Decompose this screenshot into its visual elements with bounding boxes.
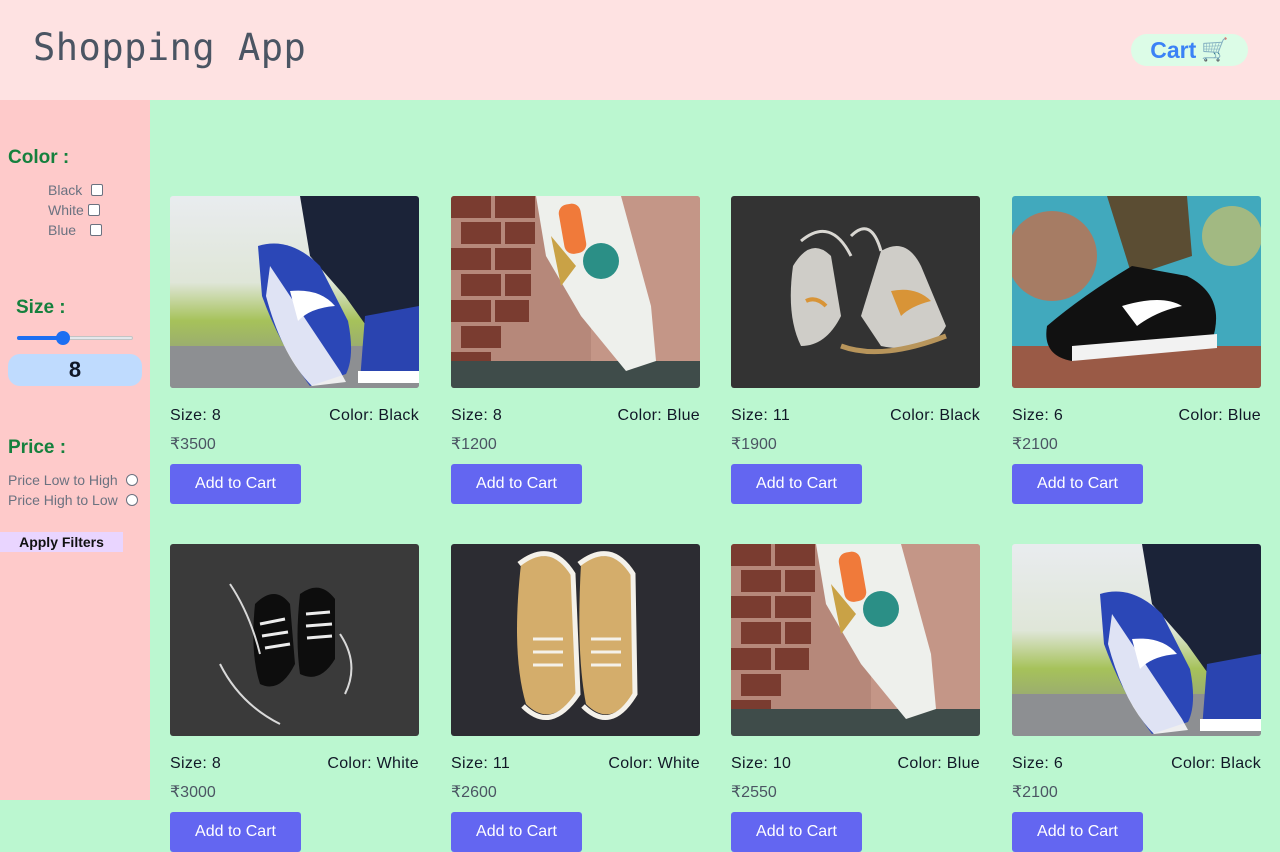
low-to-high-radio[interactable]: [125, 474, 138, 486]
product-image: [451, 544, 700, 736]
add-to-cart-button[interactable]: Add to Cart: [451, 812, 582, 852]
product-price: ₹3000: [170, 784, 216, 801]
product-meta: Size: 6 Color: Black: [1012, 755, 1261, 773]
product-price: ₹1200: [451, 436, 497, 453]
product-meta: Size: 8 Color: Black: [170, 407, 419, 425]
product-size: Size: 11: [451, 755, 511, 772]
slider-thumb[interactable]: [56, 331, 70, 345]
product-card: Size: 8 Color: Black ₹3500 Add to Cart: [170, 196, 419, 504]
product-size: Size: 11: [731, 407, 791, 424]
product-image: [731, 544, 980, 736]
product-size: Size: 6: [1012, 407, 1064, 424]
product-image: [451, 196, 700, 388]
black-checkbox[interactable]: [91, 184, 104, 196]
product-card: Size: 11 Color: Black ₹1900 Add to Cart: [731, 196, 980, 504]
product-color: Color: Blue: [1178, 407, 1261, 424]
color-option-black[interactable]: Black: [48, 182, 104, 198]
product-price: ₹2600: [451, 784, 497, 801]
price-option-label: Price Low to High: [8, 472, 118, 488]
filter-sidebar: Color : Black White Blue Size : 8 Price …: [0, 100, 150, 800]
product-color: Color: White: [327, 755, 419, 772]
add-to-cart-button[interactable]: Add to Cart: [731, 812, 862, 852]
product-meta: Size: 10 Color: Blue: [731, 755, 980, 773]
color-filter-title: Color :: [8, 147, 70, 168]
add-to-cart-button[interactable]: Add to Cart: [1012, 464, 1143, 504]
product-color: Color: Blue: [617, 407, 700, 424]
product-price: ₹3500: [170, 436, 216, 453]
cart-button[interactable]: Cart 🛒: [1131, 34, 1248, 66]
color-option-label: White: [48, 202, 84, 218]
app-title: Shopping App: [33, 26, 307, 69]
product-color: Color: Black: [1171, 755, 1261, 772]
product-color: Color: Black: [329, 407, 419, 424]
product-color: Color: Blue: [897, 755, 980, 772]
product-size: Size: 6: [1012, 755, 1064, 772]
blue-checkbox[interactable]: [90, 224, 103, 236]
size-filter-title: Size :: [16, 297, 66, 318]
product-size: Size: 8: [170, 407, 222, 424]
product-card: Size: 10 Color: Blue ₹2550 Add to Cart: [731, 544, 980, 852]
product-price: ₹2100: [1012, 436, 1058, 453]
product-card: Size: 8 Color: Blue ₹1200 Add to Cart: [451, 196, 700, 504]
product-card: Size: 8 Color: White ₹3000 Add to Cart: [170, 544, 419, 852]
product-price: ₹2100: [1012, 784, 1058, 801]
product-color: Color: White: [608, 755, 700, 772]
shopping-cart-icon: 🛒: [1201, 37, 1229, 62]
product-image: [1012, 544, 1261, 736]
product-image: [1012, 196, 1261, 388]
add-to-cart-button[interactable]: Add to Cart: [451, 464, 582, 504]
header: Shopping App Cart 🛒: [0, 0, 1280, 100]
color-option-label: Blue: [48, 222, 77, 238]
product-price: ₹1900: [731, 436, 777, 453]
product-meta: Size: 8 Color: Blue: [451, 407, 700, 425]
add-to-cart-button[interactable]: Add to Cart: [731, 464, 862, 504]
product-card: Size: 6 Color: Black ₹2100 Add to Cart: [1012, 544, 1261, 852]
product-card: Size: 6 Color: Blue ₹2100 Add to Cart: [1012, 196, 1261, 504]
high-to-low-radio[interactable]: [125, 494, 138, 506]
add-to-cart-button[interactable]: Add to Cart: [1012, 812, 1143, 852]
product-size: Size: 8: [170, 755, 222, 772]
product-meta: Size: 11 Color: Black: [731, 407, 980, 425]
price-option-low-to-high[interactable]: Price Low to High: [8, 472, 138, 488]
white-checkbox[interactable]: [87, 204, 100, 216]
size-value-display: 8: [8, 354, 142, 386]
product-image: [731, 196, 980, 388]
product-image: [170, 196, 419, 388]
color-option-label: Black: [48, 182, 83, 198]
product-image: [170, 544, 419, 736]
product-meta: Size: 11 Color: White: [451, 755, 700, 773]
size-slider[interactable]: [17, 331, 133, 345]
apply-filters-button[interactable]: Apply Filters: [0, 532, 123, 552]
product-card: Size: 11 Color: White ₹2600 Add to Cart: [451, 544, 700, 852]
add-to-cart-button[interactable]: Add to Cart: [170, 464, 301, 504]
price-option-high-to-low[interactable]: Price High to Low: [8, 492, 138, 508]
product-color: Color: Black: [890, 407, 980, 424]
price-option-label: Price High to Low: [8, 492, 118, 508]
product-size: Size: 8: [451, 407, 503, 424]
cart-label: Cart: [1150, 36, 1197, 63]
product-meta: Size: 6 Color: Blue: [1012, 407, 1261, 425]
add-to-cart-button[interactable]: Add to Cart: [170, 812, 301, 852]
price-filter-title: Price :: [8, 437, 67, 458]
product-meta: Size: 8 Color: White: [170, 755, 419, 773]
product-price: ₹2550: [731, 784, 777, 801]
color-option-white[interactable]: White: [48, 202, 100, 218]
color-option-blue[interactable]: Blue: [48, 222, 103, 238]
product-size: Size: 10: [731, 755, 792, 772]
